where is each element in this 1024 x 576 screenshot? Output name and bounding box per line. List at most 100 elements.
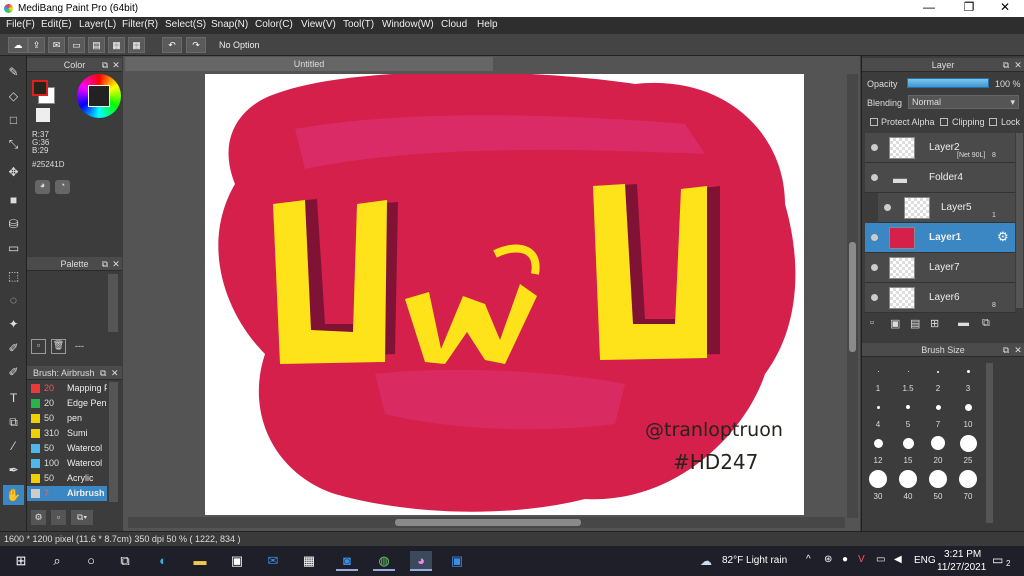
brush-size-option[interactable]: 3 — [954, 359, 982, 395]
protect-alpha-checkbox[interactable] — [870, 118, 878, 126]
calculator-icon[interactable]: ▦ — [298, 551, 320, 571]
brush-item[interactable]: 100 Watercol — [27, 456, 107, 471]
clock-time[interactable]: 3:21 PM — [944, 549, 981, 560]
lock-checkbox[interactable] — [989, 118, 997, 126]
lasso-tool-icon[interactable]: ◌ — [3, 290, 24, 310]
brush-size-option[interactable]: 2 — [924, 359, 952, 395]
new-layer-icon[interactable]: ▫ — [870, 317, 874, 329]
gradient-tool-icon[interactable]: ▭ — [3, 238, 24, 258]
menu-cloud[interactable]: Cloud — [441, 19, 467, 30]
redo-icon[interactable]: ↷ — [186, 37, 206, 53]
brush-item-selected[interactable]: 7 Airbrush — [27, 486, 107, 501]
menu-select[interactable]: Select(S) — [165, 19, 206, 30]
menu-snap[interactable]: Snap(N) — [211, 19, 248, 30]
menu-color[interactable]: Color(C) — [255, 19, 293, 30]
comment-icon[interactable]: ✉ — [48, 37, 65, 53]
hand-tool-icon[interactable]: ✋ — [3, 485, 24, 505]
antivirus-icon[interactable]: V — [858, 554, 865, 565]
color-wheel[interactable] — [77, 74, 121, 118]
volume-icon[interactable]: ◀ — [894, 554, 902, 565]
brush-size-option[interactable]: 25 — [954, 431, 982, 467]
layer-scrollbar[interactable] — [1016, 133, 1023, 308]
brush-size-option[interactable]: 40 — [894, 467, 922, 503]
panel-close-icon[interactable]: ✕ — [111, 58, 121, 72]
brush-size-option[interactable]: 5 — [894, 395, 922, 431]
brush-size-scrollbar[interactable] — [986, 363, 993, 523]
rectangle-tool-icon[interactable]: □ — [3, 110, 24, 130]
brush-page-icon[interactable]: ▫ — [51, 510, 66, 525]
language-indicator[interactable]: ENG — [914, 555, 936, 566]
color-mode-icon[interactable]: ◔ — [55, 180, 70, 194]
cortana-icon[interactable]: ○ — [80, 551, 102, 571]
duplicate-layer-icon[interactable]: ▤ — [910, 317, 920, 330]
brush-size-option[interactable]: 7 — [924, 395, 952, 431]
document-tab[interactable]: Untitled — [125, 57, 493, 71]
move-tool-icon[interactable]: ✥ — [3, 162, 24, 182]
detach-icon[interactable]: ⧉ — [100, 257, 110, 271]
new-color-layer-icon[interactable]: ▣ — [890, 317, 900, 330]
windows-start-icon[interactable]: ⊞ — [10, 551, 32, 571]
brush-item[interactable]: 20 Mapping P — [27, 381, 107, 396]
close-button[interactable]: ✕ — [990, 0, 1020, 17]
fill-rect-tool-icon[interactable]: ■ — [3, 190, 24, 210]
zalo-icon[interactable]: ◙ — [336, 551, 358, 571]
clipping-checkbox[interactable] — [940, 118, 948, 126]
maximize-button[interactable]: ❐ — [954, 0, 984, 17]
horizontal-scrollbar[interactable] — [128, 517, 845, 528]
drawing-canvas[interactable]: @tranloptruon #HD247 — [205, 74, 804, 515]
chat-icon[interactable]: ▭ — [68, 37, 85, 53]
magic-wand-icon[interactable]: ✦ — [3, 314, 24, 334]
select-eraser-icon[interactable]: ✐ — [3, 362, 24, 382]
task-view-icon[interactable]: ⧉ — [114, 551, 136, 571]
brush-size-option[interactable]: 50 — [924, 467, 952, 503]
palette-scrollbar[interactable] — [108, 274, 118, 332]
select-tool-icon[interactable]: ⬚ — [3, 266, 24, 286]
menu-layer[interactable]: Layer(L) — [79, 19, 116, 30]
layer-row[interactable]: Layer5 1 — [878, 193, 1015, 223]
pen-tool-icon[interactable]: ✒ — [3, 460, 24, 480]
panel-close-icon[interactable]: ✕ — [111, 257, 121, 271]
menu-filter[interactable]: Filter(R) — [122, 19, 158, 30]
page-icon[interactable]: ▤ — [88, 37, 105, 53]
vertical-scroll-thumb[interactable] — [849, 242, 856, 352]
menu-view[interactable]: View(V) — [301, 19, 336, 30]
chevron-up-icon[interactable]: ^ — [806, 554, 811, 565]
medibang-taskbar-icon[interactable]: ◕ — [410, 551, 432, 571]
zoom-icon[interactable]: ▣ — [446, 551, 468, 571]
new-folder-icon[interactable]: ▬ — [958, 317, 969, 329]
brush-size-option[interactable]: 15 — [894, 431, 922, 467]
notification-icon[interactable]: ▭ — [992, 553, 1003, 567]
brush-item[interactable]: 50 Watercol — [27, 441, 107, 456]
weather-text[interactable]: 82°F Light rain — [722, 555, 787, 566]
brush-size-option[interactable]: 4 — [864, 395, 892, 431]
file-explorer-icon[interactable]: ▬ — [189, 551, 211, 571]
menu-tool[interactable]: Tool(T) — [343, 19, 374, 30]
brush-item[interactable]: 50 Acrylic — [27, 471, 107, 486]
microphone-icon[interactable]: ● — [842, 554, 848, 565]
brush-list-scrollbar[interactable] — [109, 382, 118, 502]
detach-icon[interactable]: ⧉ — [100, 366, 110, 380]
select-pen-icon[interactable]: ✐ — [3, 338, 24, 358]
layer-row[interactable]: Layer7 — [865, 253, 1015, 283]
search-icon[interactable]: ⌕ — [46, 551, 68, 571]
detach-icon[interactable]: ⧉ — [1001, 343, 1011, 357]
detach-icon[interactable]: ⧉ — [100, 58, 110, 72]
vertical-scrollbar[interactable] — [847, 74, 858, 518]
eyedropper-tool-icon[interactable]: ⁄ — [3, 436, 24, 456]
brush-size-option[interactable]: 1 — [864, 359, 892, 395]
brush-item[interactable]: 310 Sumi — [27, 426, 107, 441]
blending-select[interactable]: Normal ▾ — [908, 95, 1019, 109]
text-tool-icon[interactable]: T — [3, 388, 24, 408]
brush-size-option[interactable]: 1.5 — [894, 359, 922, 395]
app-icon[interactable]: ◍ — [373, 551, 395, 571]
upload-icon[interactable]: ⇪ — [28, 37, 45, 53]
panel-tool-icon[interactable]: ⧉ — [3, 412, 24, 432]
mail-icon[interactable]: ✉ — [262, 551, 284, 571]
panel-close-icon[interactable]: ✕ — [1013, 58, 1023, 72]
brush-item[interactable]: 50 pen — [27, 411, 107, 426]
brush-size-option[interactable]: 12 — [864, 431, 892, 467]
delete-palette-icon[interactable]: 🗑 — [51, 339, 66, 354]
brush-size-option[interactable]: 70 — [954, 467, 982, 503]
menu-file[interactable]: File(F) — [6, 19, 35, 30]
clock-date[interactable]: 11/27/2021 — [937, 562, 986, 573]
